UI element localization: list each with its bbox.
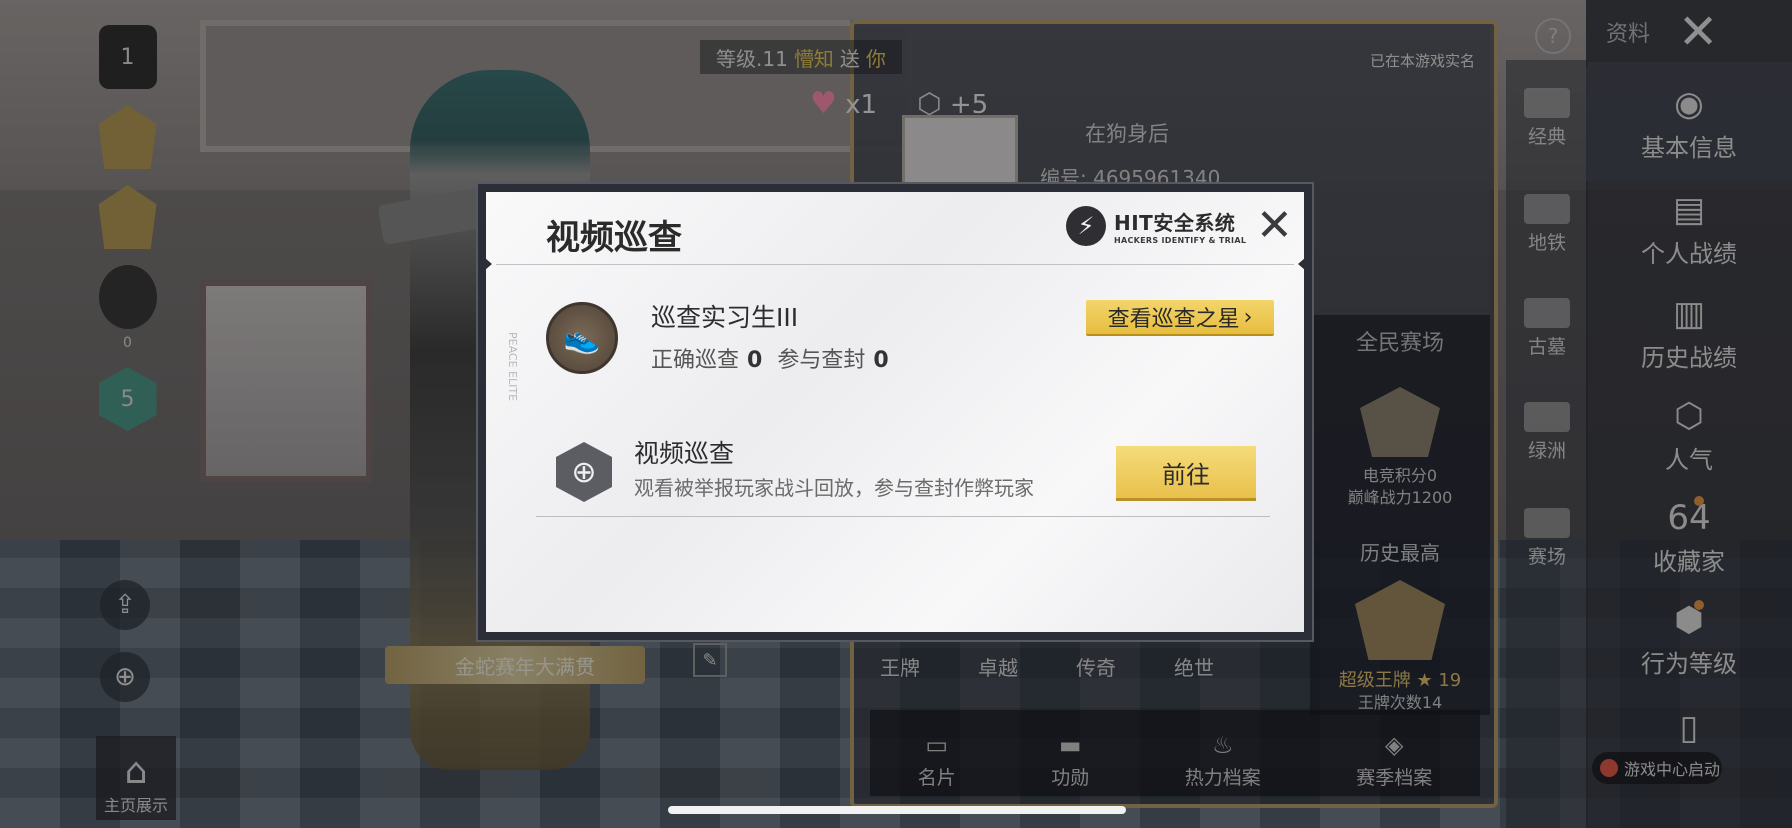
hit-logo-main: HIT安全系统: [1114, 211, 1236, 235]
lightning-icon: ⚡: [1066, 206, 1106, 246]
modal-close-button[interactable]: ✕: [1256, 202, 1293, 250]
home-indicator[interactable]: [668, 806, 1126, 814]
modal-corner-left: [478, 252, 492, 276]
hit-security-logo: ⚡ HIT安全系统 HACKERS IDENTIFY & TRIAL: [1066, 206, 1246, 246]
hit-logo-sub: HACKERS IDENTIFY & TRIAL: [1114, 236, 1247, 245]
go-button[interactable]: 前往: [1116, 446, 1256, 498]
view-patrol-star-button[interactable]: 查看巡查之星 ›: [1086, 300, 1274, 334]
patrol-rank-stats: 正确巡查 0 参与查封 0: [651, 342, 897, 374]
side-watermark: PEACE ELITE: [506, 332, 519, 402]
task-divider: [536, 516, 1270, 517]
correct-patrol-value: 0: [747, 348, 763, 373]
ban-participation-label: 参与查封: [777, 348, 866, 373]
chevron-right-icon: ›: [1243, 304, 1253, 330]
modal-title: 视频巡查: [546, 218, 682, 258]
patrol-rank-icon: 👟: [546, 302, 618, 374]
hit-logo-text: HIT安全系统 HACKERS IDENTIFY & TRIAL: [1114, 207, 1246, 245]
patrol-rank-name: 巡查实习生III: [651, 303, 799, 332]
ban-participation-value: 0: [873, 348, 889, 373]
modal-header-divider: [496, 264, 1294, 265]
video-patrol-task-title: 视频巡查: [634, 439, 735, 468]
view-patrol-star-label: 查看巡查之星: [1107, 307, 1240, 332]
video-patrol-modal: 视频巡查 ⚡ HIT安全系统 HACKERS IDENTIFY & TRIAL …: [478, 184, 1312, 640]
modal-corner-right: [1298, 252, 1312, 276]
correct-patrol-label: 正确巡查: [651, 348, 740, 373]
video-patrol-task-desc: 观看被举报玩家战斗回放，参与查封作弊玩家: [634, 476, 1034, 500]
